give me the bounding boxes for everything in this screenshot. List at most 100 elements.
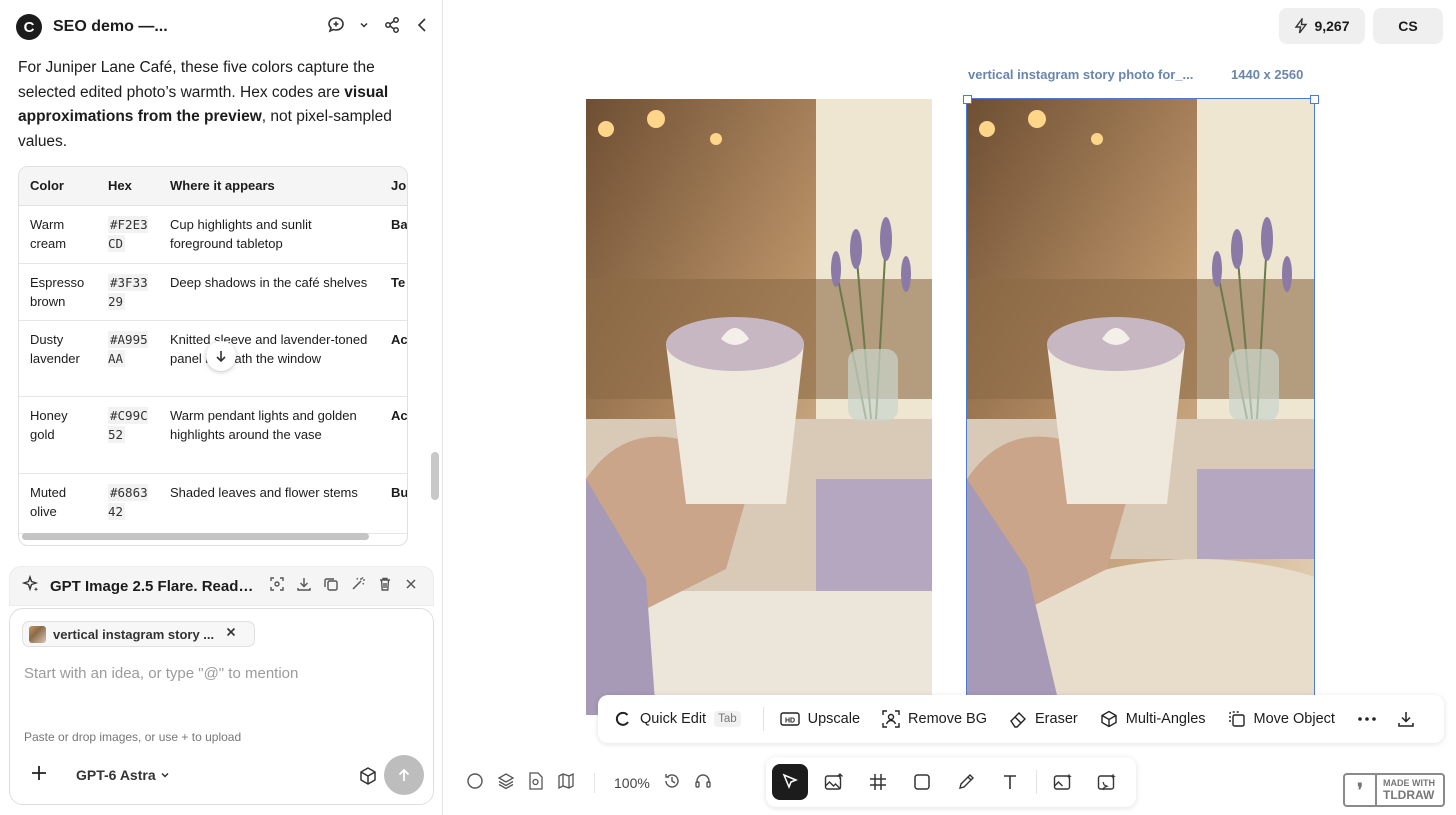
resize-handle-top-left[interactable]	[963, 95, 972, 104]
focus-icon[interactable]	[269, 576, 285, 597]
history-icon[interactable]	[663, 772, 681, 793]
eraser-button[interactable]: Eraser	[1009, 710, 1078, 728]
cell-where: Cup highlights and sunlit foreground tab…	[159, 205, 380, 264]
share-icon[interactable]	[383, 16, 401, 34]
ai-image-icon	[1053, 773, 1072, 790]
made-with-tldraw-badge[interactable]: ❜ MADE WITH TLDRAW	[1343, 773, 1445, 807]
divider	[1036, 770, 1037, 794]
zoom-level[interactable]: 100%	[614, 775, 650, 791]
lightning-icon	[1295, 18, 1308, 34]
table-horizontal-scrollbar[interactable]	[22, 533, 369, 540]
arrow-up-icon	[398, 768, 410, 781]
map-icon[interactable]	[557, 772, 575, 793]
remove-bg-icon	[882, 710, 900, 728]
cell-where: Warm pendant lights and golden highlight…	[159, 396, 380, 474]
3d-cube-icon[interactable]	[358, 766, 378, 791]
remove-attachment-icon[interactable]	[225, 625, 237, 643]
image-upload-tool[interactable]	[816, 764, 852, 800]
download-image-button[interactable]	[1397, 710, 1415, 728]
more-options-button[interactable]	[1357, 716, 1377, 722]
chat-vertical-scrollbar[interactable]	[431, 452, 439, 500]
attached-image-thumbnail	[29, 625, 46, 643]
cell-color: Honey gold	[19, 396, 97, 474]
cell-color: Muted olive	[19, 473, 97, 534]
prompt-input[interactable]: Start with an idea, or type "@" to menti…	[24, 665, 298, 682]
document-search-icon[interactable]	[528, 772, 544, 793]
send-button[interactable]	[384, 755, 424, 795]
ai-image-tool[interactable]	[1045, 764, 1081, 800]
pencil-icon	[959, 774, 974, 789]
canvas-image-selected[interactable]	[966, 98, 1315, 696]
upscale-button[interactable]: HD Upscale	[779, 711, 860, 727]
headset-icon[interactable]	[694, 772, 712, 793]
more-icon	[1358, 717, 1376, 721]
hash-icon	[870, 774, 886, 790]
pencil-tool[interactable]	[948, 764, 984, 800]
watermark-line2: TLDRAW	[1383, 788, 1435, 802]
chat-scroll-area[interactable]: For Juniper Lane Café, these five colors…	[0, 54, 428, 566]
select-tool[interactable]	[772, 764, 808, 800]
assistant-message: For Juniper Lane Café, these five colors…	[18, 59, 392, 151]
credits-badge[interactable]: 9,267	[1279, 8, 1365, 44]
table-row: Muted olive #686342 Shaded leaves and fl…	[19, 473, 407, 534]
app-logo[interactable]: C	[16, 14, 42, 40]
table-row: Espresso brown #3F3329 Deep shadows in t…	[19, 263, 407, 321]
ai-edit-tool[interactable]	[1089, 764, 1125, 800]
arrow-down-icon	[216, 351, 226, 363]
upload-hint: Paste or drop images, or use + to upload	[24, 730, 242, 744]
chevron-down-icon	[160, 772, 169, 778]
new-chat-icon[interactable]	[327, 16, 345, 34]
cell-where: Deep shadows in the café shelves	[159, 263, 380, 321]
remove-bg-button[interactable]: Remove BG	[882, 710, 987, 728]
download-icon	[1398, 712, 1414, 727]
attached-image-chip[interactable]: vertical instagram story ...	[22, 621, 255, 647]
cell-jo: Ba ro	[380, 205, 407, 264]
collapse-panel-icon[interactable]	[415, 16, 429, 34]
trash-icon[interactable]	[377, 576, 393, 597]
tldraw-logo: ❜	[1345, 775, 1377, 805]
selected-image-label: vertical instagram story photo for_...	[968, 67, 1194, 82]
table-header-hex: Hex	[97, 167, 159, 206]
ai-edit-icon	[1097, 773, 1116, 791]
svg-text:HD: HD	[785, 718, 795, 725]
rectangle-icon	[914, 774, 930, 790]
resize-handle-top-right[interactable]	[1310, 95, 1319, 104]
model-selector[interactable]: GPT-6 Astra	[76, 767, 170, 783]
watermark-line1: MADE WITH	[1383, 778, 1435, 788]
chat-header: C SEO demo —...	[0, 0, 443, 54]
canvas-image-original[interactable]	[586, 99, 932, 715]
quick-edit-button[interactable]: Quick Edit Tab	[614, 710, 741, 728]
quick-edit-icon	[615, 711, 629, 726]
generation-status-bar: GPT Image 2.5 Flare. Ready ...	[9, 566, 434, 606]
move-object-button[interactable]: Move Object	[1228, 710, 1335, 728]
divider	[762, 707, 764, 731]
cell-jo: Ac t	[380, 396, 407, 474]
project-title[interactable]: SEO demo —...	[53, 18, 168, 36]
cell-jo: Ac t	[380, 320, 407, 397]
add-attachment-button[interactable]	[30, 763, 48, 787]
cell-hex: #F2E3CD	[97, 205, 159, 264]
circle-icon[interactable]	[466, 772, 484, 793]
cell-hex: #3F3329	[97, 263, 159, 321]
copy-icon[interactable]	[323, 576, 339, 597]
user-avatar[interactable]: CS	[1373, 8, 1443, 44]
cell-color: Espresso brown	[19, 263, 97, 321]
download-icon[interactable]	[296, 576, 312, 597]
scroll-down-button[interactable]	[206, 341, 236, 371]
cell-color: Dusty lavender	[19, 320, 97, 397]
chat-panel: C SEO demo —... For Juniper Lane Café, t…	[0, 0, 443, 815]
layers-icon[interactable]	[497, 772, 515, 793]
close-icon[interactable]	[404, 577, 418, 596]
table-header-where: Where it appears	[159, 167, 380, 206]
move-object-icon	[1228, 711, 1245, 727]
multi-angles-button[interactable]: Multi-Angles	[1100, 710, 1206, 728]
frame-tool[interactable]	[860, 764, 896, 800]
table-header-jo: Jo	[380, 167, 407, 206]
canvas[interactable]: 9,267 CS vertical instagram story photo …	[444, 0, 1456, 815]
chevron-down-icon[interactable]	[359, 20, 369, 30]
rectangle-tool[interactable]	[904, 764, 940, 800]
prompt-composer[interactable]: vertical instagram story ... Start with …	[9, 608, 434, 805]
cell-jo: Bu n	[380, 473, 407, 534]
text-tool[interactable]	[992, 764, 1028, 800]
magic-wand-icon[interactable]	[350, 576, 366, 597]
